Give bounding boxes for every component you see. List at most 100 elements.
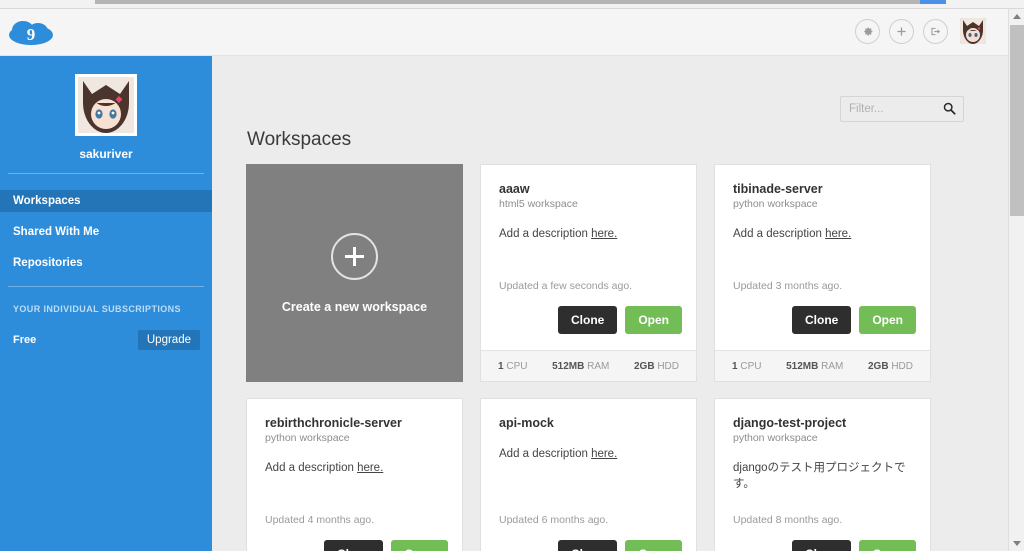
browser-tab-strip [95,0,920,4]
workspace-specs: 1 CPU 512MB RAM 2GB HDD [715,350,930,381]
workspace-description-text: Add a description [499,448,592,460]
filter-input[interactable] [849,97,937,121]
header-actions [855,18,986,44]
clone-button[interactable]: Clone [557,306,618,334]
clone-button[interactable]: Clone [323,540,384,551]
workspace-title: rebirthchronicle-server [265,416,402,430]
open-button[interactable]: Open [625,306,682,334]
workspace-description: Add a description here. [499,447,678,463]
workspace-updated: Updated 4 months ago. [265,514,375,526]
workspace-card-body: django-test-project python workspace dja… [715,399,930,551]
sidebar-username: sakuriver [79,147,133,161]
create-new-workspace-tile[interactable]: Create a new workspace [246,164,463,382]
workspaces-grid: Create a new workspace aaaw html5 worksp… [246,164,986,551]
workspace-updated: Updated 8 months ago. [733,514,843,526]
workspace-card-body: aaaw html5 workspace Add a description h… [481,165,696,350]
workspace-description: Add a description here. [733,227,912,243]
spec-cpu: 1 CPU [498,360,528,372]
workspace-specs: 1 CPU 512MB RAM 2GB HDD [481,350,696,381]
workspace-description-text: Add a description [733,228,826,240]
workspace-card[interactable]: rebirthchronicle-server python workspace… [246,398,463,551]
workspace-card-body: tibinade-server python workspace Add a d… [715,165,930,350]
create-new-workspace-label: Create a new workspace [281,299,428,314]
subscription-row: Free Upgrade [0,330,212,350]
sidebar-item-label: Shared With Me [13,226,100,238]
subscriptions-heading: YOUR INDIVIDUAL SUBSCRIPTIONS [13,304,181,314]
workspace-actions: Clone Open [557,306,682,334]
plan-name: Free [13,334,37,346]
workspace-card[interactable]: api-mock Add a description here. Updated… [480,398,697,551]
search-icon[interactable] [943,102,956,120]
open-button[interactable]: Open [391,540,448,551]
logout-button[interactable] [923,18,948,44]
workspace-card[interactable]: django-test-project python workspace dja… [714,398,931,551]
browser-chrome-strip [0,0,1024,9]
browser-active-tab-indicator [920,0,946,4]
sidebar-divider-bottom [8,286,204,287]
workspace-updated: Updated 6 months ago. [499,514,609,526]
clone-button[interactable]: Clone [791,306,852,334]
workspace-subtitle: python workspace [733,432,818,444]
main-content: Workspaces Create a new workspace aaaw h… [212,56,1008,551]
settings-button[interactable] [855,18,880,44]
plus-icon [331,232,378,280]
upgrade-button[interactable]: Upgrade [137,330,200,350]
add-description-link[interactable]: here. [357,462,383,474]
spec-ram: 512MB RAM [786,360,844,372]
sidebar: sakuriver Workspaces Shared With Me Repo… [0,56,212,551]
workspace-card[interactable]: aaaw html5 workspace Add a description h… [480,164,697,382]
scroll-up-arrow-icon[interactable] [1009,9,1024,24]
sidebar-avatar[interactable] [75,74,137,136]
spec-hdd: 2GB HDD [867,360,913,372]
workspace-card-body: api-mock Add a description here. Updated… [481,399,696,551]
add-description-link[interactable]: here. [591,228,617,240]
workspace-actions: Clone Open [557,540,682,551]
sidebar-item-label: Repositories [13,257,83,269]
filter-box [840,96,964,122]
new-workspace-button[interactable] [889,18,914,44]
gear-icon [864,26,873,36]
spec-hdd: 2GB HDD [633,360,679,372]
logout-icon [931,27,941,35]
open-button[interactable]: Open [859,306,916,334]
page-title: Workspaces [247,129,352,150]
workspace-subtitle: python workspace [733,198,818,210]
sidebar-item-workspaces[interactable]: Workspaces [0,190,212,212]
sidebar-divider-top [8,173,204,174]
add-description-link[interactable]: here. [591,448,617,460]
workspace-description: Add a description here. [265,461,444,477]
clone-button[interactable]: Clone [791,540,852,551]
page-scrollbar[interactable] [1008,9,1024,551]
workspace-title: tibinade-server [733,182,823,196]
clone-button[interactable]: Clone [557,540,618,551]
workspace-actions: Clone Open [791,540,916,551]
workspace-title: aaaw [499,182,530,196]
sidebar-nav: Workspaces Shared With Me Repositories [0,190,212,274]
open-button[interactable]: Open [859,540,916,551]
workspace-title: api-mock [499,416,554,430]
cloud9-logo[interactable]: 9 [8,20,54,46]
workspace-subtitle: html5 workspace [499,198,578,210]
spec-cpu: 1 CPU [732,360,762,372]
workspace-description: Add a description here. [499,227,678,243]
plus-icon [897,26,906,36]
add-description-link[interactable]: here. [825,228,851,240]
workspace-card[interactable]: tibinade-server python workspace Add a d… [714,164,931,382]
svg-text:9: 9 [27,25,36,44]
workspace-card-body: rebirthchronicle-server python workspace… [247,399,462,551]
scroll-down-arrow-icon[interactable] [1009,536,1024,551]
open-button[interactable]: Open [625,540,682,551]
workspace-description: djangoのテスト用プロジェクトです。 [733,462,906,490]
workspace-actions: Clone Open [791,306,916,334]
workspace-description-text: Add a description [499,228,592,240]
sidebar-item-repositories[interactable]: Repositories [0,252,212,274]
workspace-description-text: Add a description [265,462,358,474]
workspace-updated: Updated 3 months ago. [733,280,843,292]
workspace-subtitle: python workspace [265,432,350,444]
scrollbar-thumb[interactable] [1010,25,1024,216]
sidebar-item-shared-with-me[interactable]: Shared With Me [0,221,212,243]
avatar[interactable] [960,18,986,44]
workspace-actions: Clone Open [323,540,448,551]
sidebar-item-label: Workspaces [13,195,81,207]
spec-ram: 512MB RAM [552,360,610,372]
